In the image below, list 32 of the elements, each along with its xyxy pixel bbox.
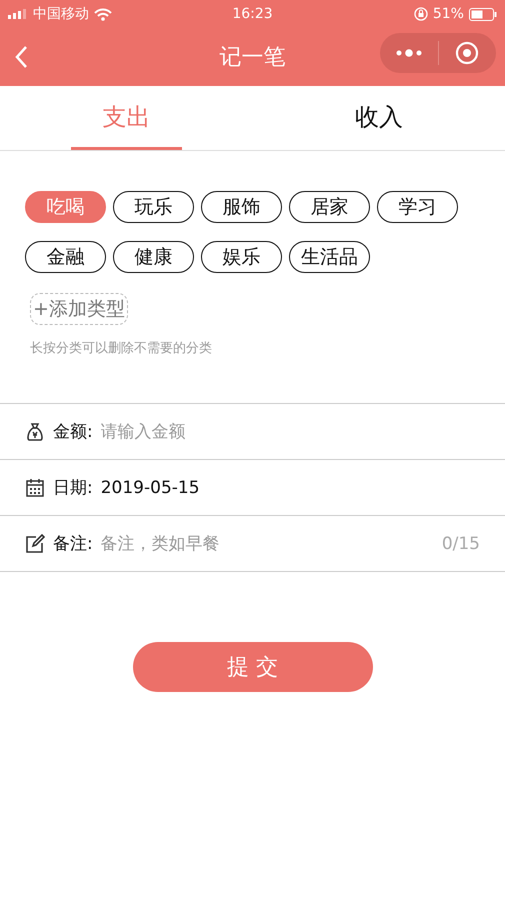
category-chip[interactable]: 服饰	[201, 191, 282, 223]
category-chip[interactable]: 居家	[289, 191, 370, 223]
carrier-name: 中国移动	[33, 5, 89, 23]
category-chip[interactable]: 健康	[113, 241, 194, 273]
date-field[interactable]: 2019-05-15	[100, 478, 480, 498]
more-icon[interactable]	[396, 49, 422, 57]
field-label: 金额:	[53, 421, 93, 443]
add-category-button[interactable]: +添加类型	[30, 293, 128, 325]
category-chip[interactable]: 娱乐	[201, 241, 282, 273]
back-icon[interactable]	[14, 45, 28, 69]
rotation-lock-icon	[414, 7, 428, 21]
money-bag-icon	[25, 422, 45, 442]
char-counter: 0/15	[442, 534, 480, 554]
close-icon[interactable]	[455, 41, 480, 65]
calendar-icon	[25, 478, 45, 498]
field-label: 备注:	[53, 533, 93, 555]
category-chip[interactable]: 玩乐	[113, 191, 194, 223]
signal-icon	[8, 9, 28, 19]
input-field[interactable]: 请输入金额	[100, 422, 480, 442]
clock-time: 16:23	[232, 6, 273, 22]
category-chip[interactable]: 金融	[25, 241, 106, 273]
page-title: 记一笔	[220, 44, 286, 72]
edit-icon	[25, 534, 45, 554]
field-label: 日期:	[53, 477, 93, 499]
category-chip[interactable]: 生活品	[289, 241, 370, 273]
battery-icon	[468, 8, 497, 20]
tab[interactable]: 收入	[323, 86, 434, 150]
category-chip[interactable]: 学习	[377, 191, 458, 223]
hint-text: 长按分类可以删除不需要的分类	[30, 340, 213, 357]
input-field[interactable]: 备注，类如早餐	[100, 534, 434, 554]
wifi-icon	[94, 8, 112, 20]
battery-percent: 51%	[432, 6, 464, 22]
